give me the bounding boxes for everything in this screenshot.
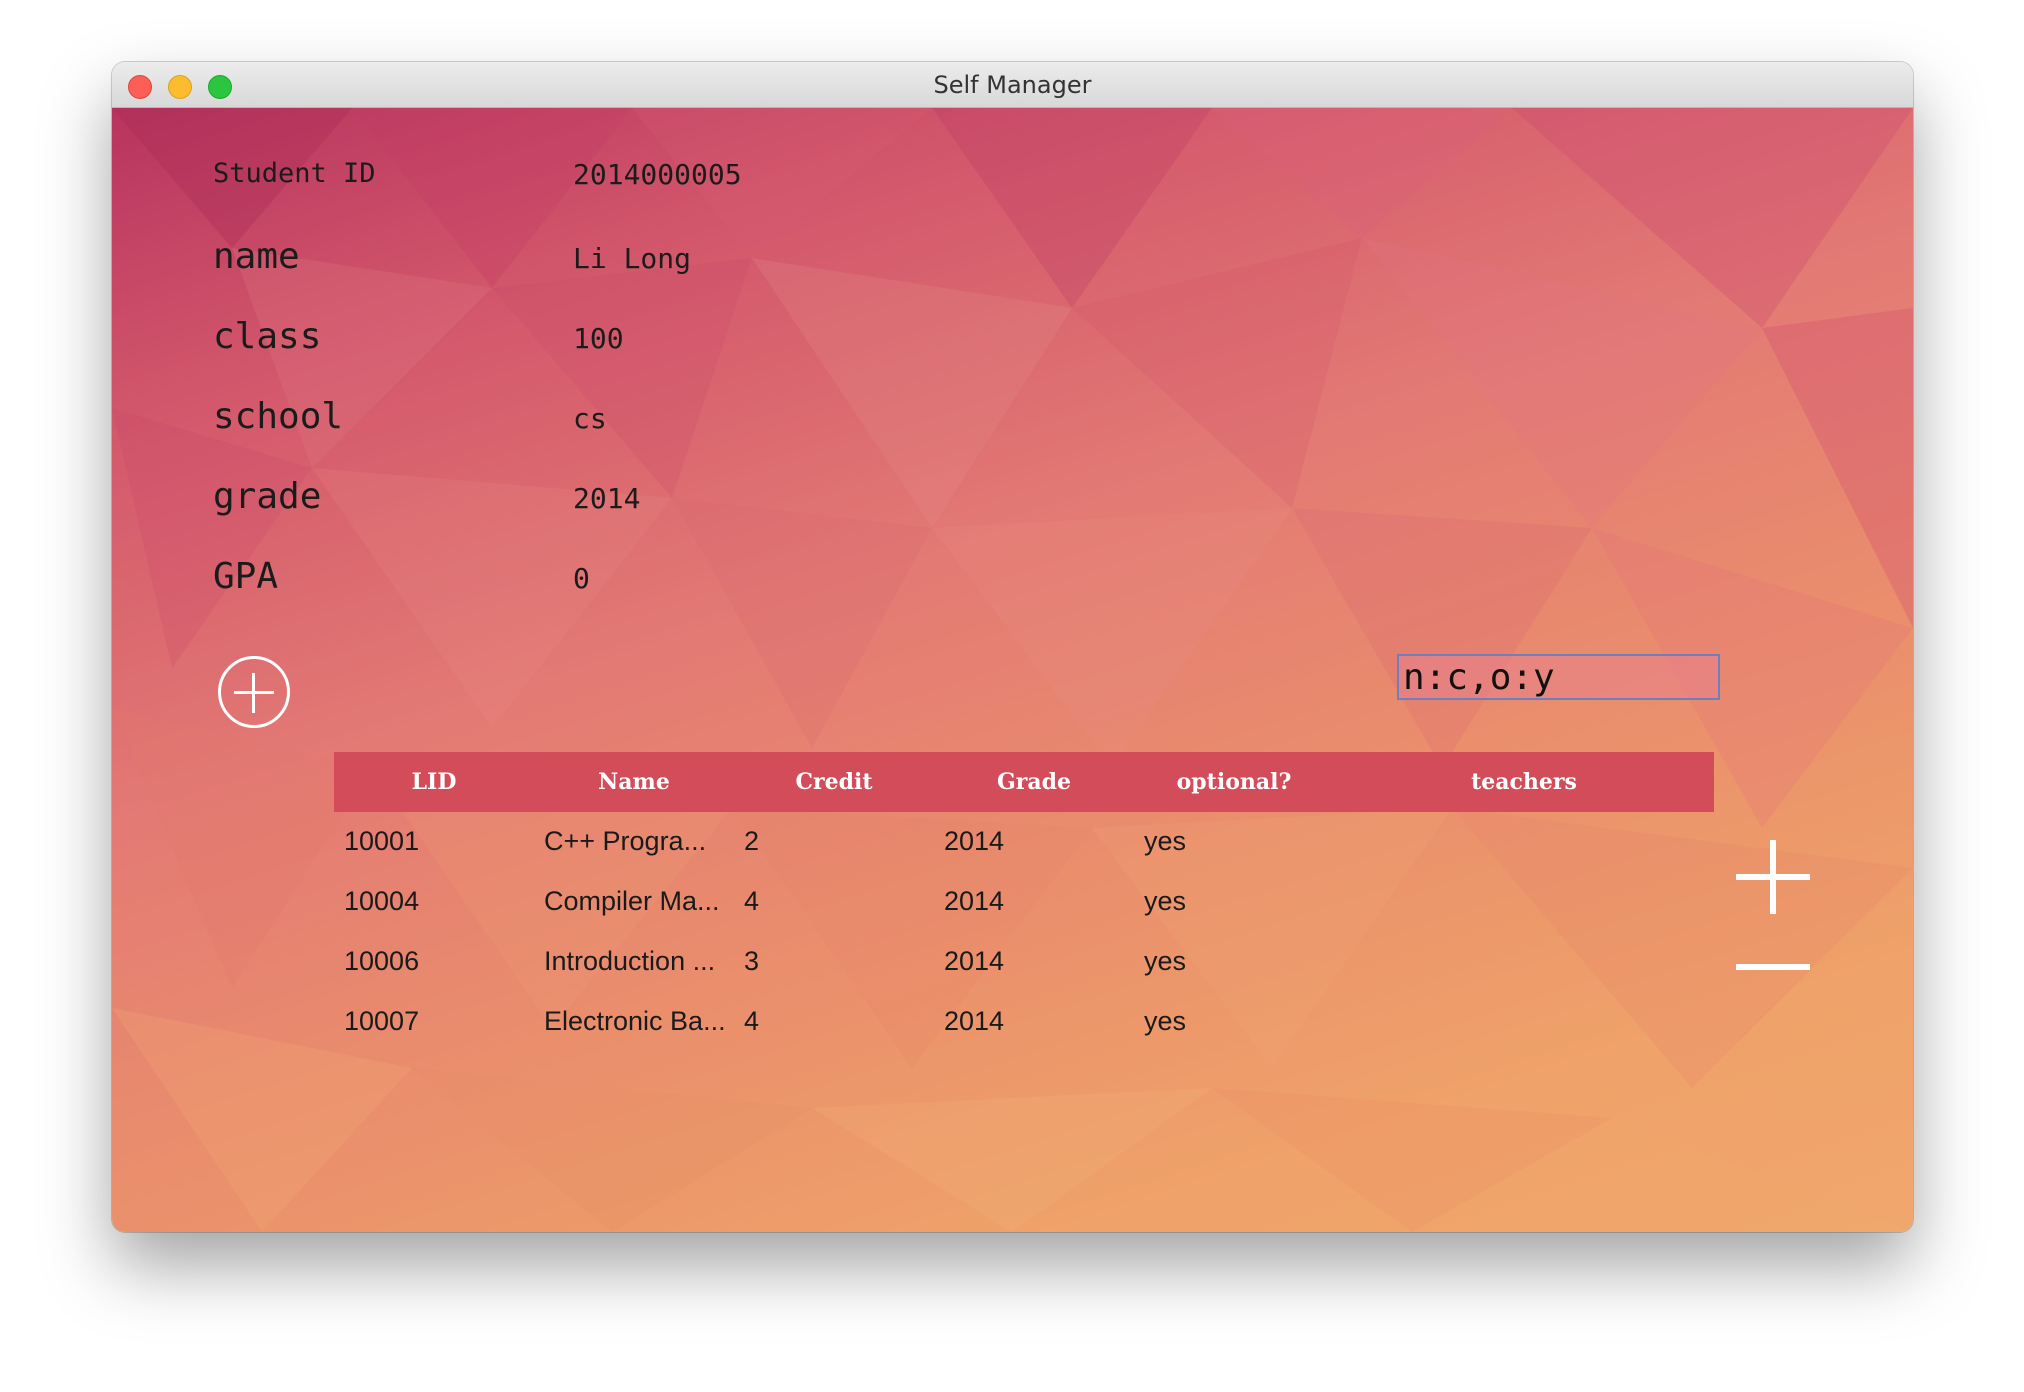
label-student-id: Student ID [213, 158, 376, 189]
table-row[interactable]: 10006 Introduction ... 3 2014 yes [334, 932, 1714, 990]
cell-name: Introduction ... [544, 946, 716, 976]
cell-grade: 2014 [944, 946, 1005, 976]
main-content: Student ID 2014000005 name Li Long class… [112, 108, 1913, 1232]
title-bar[interactable]: Self Manager [112, 62, 1913, 108]
add-course-button[interactable] [218, 656, 290, 728]
label-gpa: GPA [213, 556, 279, 597]
cell-name: Electronic Ba... [544, 1006, 726, 1036]
cell-lid: 10006 [344, 946, 420, 976]
column-header-grade[interactable]: Grade [934, 752, 1134, 812]
cell-grade: 2014 [944, 1006, 1005, 1036]
cell-credit: 4 [744, 886, 760, 916]
value-grade: 2014 [573, 482, 641, 515]
app-window: Self Manager Student ID 2014000005 name … [112, 62, 1913, 1232]
cell-grade: 2014 [944, 886, 1005, 916]
value-school: cs [573, 402, 607, 435]
cell-credit: 3 [744, 946, 760, 976]
cell-credit: 4 [744, 1006, 760, 1036]
cell-name: Compiler Ma... [544, 886, 720, 916]
column-header-credit[interactable]: Credit [734, 752, 934, 812]
table-row[interactable]: 10004 Compiler Ma... 4 2014 yes [334, 872, 1714, 930]
table-row[interactable]: 10001 C++ Progra... 2 2014 yes [334, 812, 1714, 870]
cell-name: C++ Progra... [544, 826, 707, 856]
add-row-button[interactable] [1736, 840, 1810, 914]
label-school: school [213, 396, 344, 437]
column-header-teachers[interactable]: teachers [1334, 752, 1714, 812]
cell-optional: yes [1144, 1006, 1187, 1036]
value-class: 100 [573, 322, 624, 355]
cell-credit: 2 [744, 826, 760, 856]
value-student-id: 2014000005 [573, 158, 742, 191]
column-header-optional[interactable]: optional? [1134, 752, 1334, 812]
cell-optional: yes [1144, 826, 1187, 856]
column-header-lid[interactable]: LID [334, 752, 534, 812]
cell-optional: yes [1144, 886, 1187, 916]
cell-lid: 10001 [344, 826, 420, 856]
cell-lid: 10007 [344, 1006, 420, 1036]
cell-optional: yes [1144, 946, 1187, 976]
label-name: name [213, 236, 300, 277]
label-grade: grade [213, 476, 322, 517]
filter-input[interactable] [1397, 654, 1720, 700]
column-header-name[interactable]: Name [534, 752, 734, 812]
remove-row-button[interactable] [1736, 964, 1810, 970]
window-title: Self Manager [933, 71, 1092, 99]
table-row[interactable]: 10007 Electronic Ba... 4 2014 yes [334, 992, 1714, 1050]
value-gpa: 0 [573, 562, 590, 595]
cell-grade: 2014 [944, 826, 1005, 856]
table-header: LID Name Credit Grade optional? teachers [334, 752, 1714, 812]
cell-lid: 10004 [344, 886, 420, 916]
value-name: Li Long [573, 242, 692, 275]
label-class: class [213, 316, 322, 357]
